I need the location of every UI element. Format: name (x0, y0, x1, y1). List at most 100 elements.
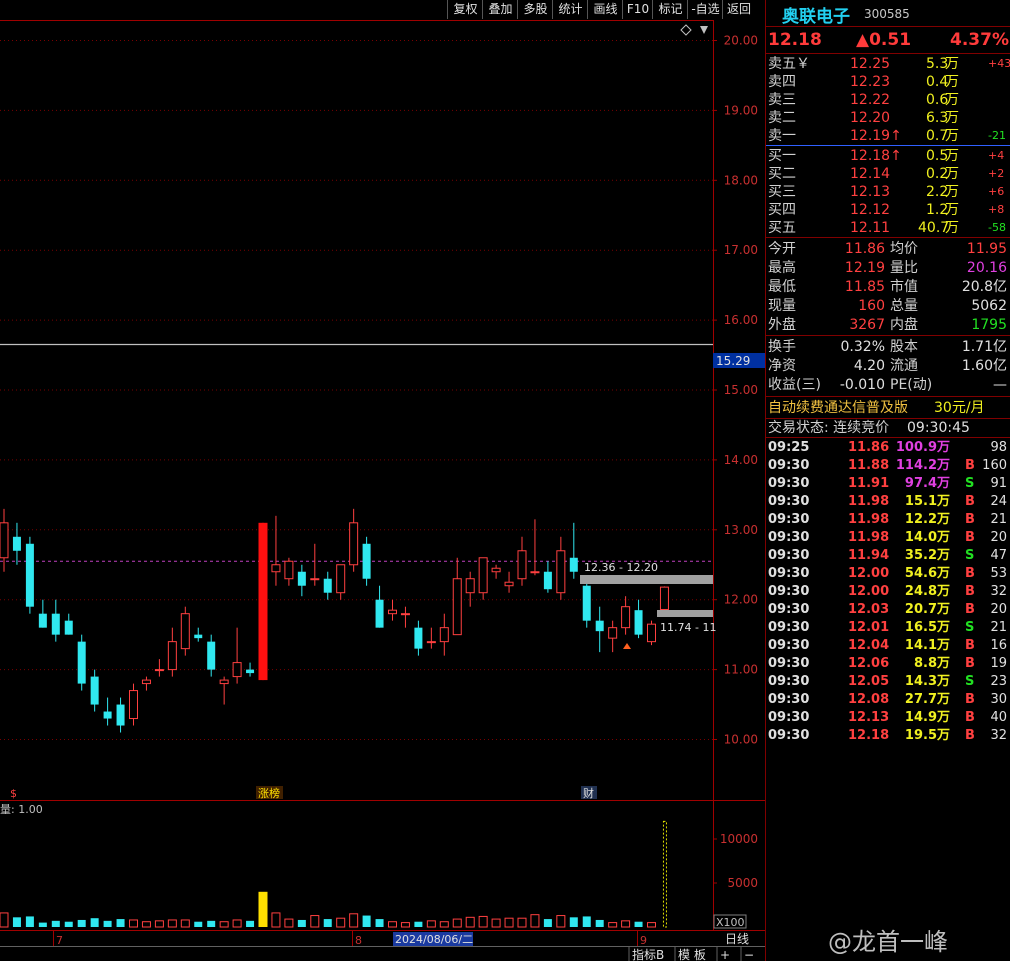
orderbook-row-buy-0[interactable]: 买一 12.18↑ 0.5 万 +4 (766, 147, 1010, 165)
candle-body-up[interactable] (504, 581, 514, 587)
candle-body-up[interactable] (180, 613, 190, 650)
candle-body-down[interactable] (12, 536, 21, 551)
candle-body-down[interactable] (77, 641, 86, 684)
candle-body-up[interactable] (439, 627, 449, 643)
candle-body-down[interactable] (414, 627, 423, 649)
candle-body-down[interactable] (51, 613, 60, 635)
tick-row: 09:30 12.06 8.8 万 B 19 (766, 655, 1010, 673)
promo-row[interactable]: 自动续费通达信普及版 30元/月 (766, 399, 1010, 417)
candle-body-up[interactable] (141, 679, 151, 685)
bottom-button-3[interactable]: − (744, 948, 754, 961)
candle-body-up[interactable] (167, 641, 177, 671)
toolbar-button-1[interactable]: 叠加 (482, 0, 518, 19)
candle-body-up[interactable] (517, 550, 527, 580)
candle-body-up[interactable] (336, 564, 346, 594)
tag-cai[interactable]: 财 (583, 786, 594, 800)
candle-body-down[interactable] (543, 571, 552, 590)
bottom-button-2[interactable]: + (720, 948, 730, 961)
toolbar-button-6[interactable]: 标记 (652, 0, 688, 19)
candle-body-up[interactable] (388, 609, 397, 615)
tick-count: 19 (990, 656, 1007, 671)
candle-body-up[interactable] (647, 623, 656, 643)
candle-body-down[interactable] (38, 613, 47, 628)
candle-body-down[interactable] (207, 641, 216, 670)
candle-body-up[interactable] (452, 578, 462, 636)
tag-zhangting[interactable]: 涨榜 (258, 786, 280, 800)
stat-value: 5062 (971, 298, 1007, 314)
candle-body-up[interactable] (271, 564, 281, 573)
orderbook-row-buy-1[interactable]: 买二 12.14 0.2 万 +2 (766, 165, 1010, 183)
orderbook-row-buy-3[interactable]: 买四 12.12 1.2 万 +8 (766, 201, 1010, 219)
orderbook-row-buy-4[interactable]: 买五 12.11 40.7 万 -58 (766, 219, 1010, 237)
toolbar-button-5[interactable]: F10 (622, 0, 653, 19)
toolbar-button-3[interactable]: 统计 (552, 0, 588, 19)
tick-volume: 24.8 (904, 584, 937, 599)
candle-body-down[interactable] (323, 578, 332, 593)
candle-body-up[interactable] (400, 613, 410, 616)
bottom-button-0[interactable]: 指标B (632, 947, 664, 961)
volume-bar (478, 915, 488, 928)
candle-body-down[interactable] (634, 610, 643, 635)
orderbook-label: 买一 (768, 148, 796, 164)
candle-body-limit-up[interactable] (258, 522, 268, 681)
candle-body-down[interactable] (375, 599, 384, 628)
period-label[interactable]: 日线 (725, 932, 749, 946)
candle-body-up[interactable] (310, 578, 320, 581)
candle-body-up[interactable] (284, 560, 294, 580)
candle-body-up[interactable] (621, 606, 631, 629)
toolbar-button-2[interactable]: 多股 (517, 0, 553, 19)
candle-body-up[interactable] (530, 571, 540, 574)
orderbook-change: +2 (988, 167, 1005, 180)
candle-body-up[interactable] (232, 662, 242, 678)
toolbar-button-0[interactable]: 复权 (447, 0, 483, 19)
orderbook-row-sell-0[interactable]: 卖五￥ 12.25 5.3 万 +43 (766, 55, 1010, 73)
candle-body-down[interactable] (362, 543, 371, 579)
orderbook-row-sell-1[interactable]: 卖四 12.23 0.4 万 (766, 73, 1010, 91)
tick-side: S (965, 476, 975, 491)
tick-time: 09:30 (768, 584, 810, 599)
bottom-button-1[interactable]: 模 板 (678, 948, 706, 961)
candle-body-up[interactable] (129, 690, 138, 720)
tick-unit: 万 (937, 674, 951, 689)
toolbar-button-8[interactable]: 返回 (722, 0, 755, 19)
orderbook-label: 卖四 (768, 74, 796, 90)
toolbar-button-4[interactable]: 画线 (587, 0, 623, 19)
stat-value: 11.86 (844, 241, 885, 257)
candle-body-up[interactable] (478, 557, 488, 594)
candle-body-up[interactable] (219, 679, 229, 685)
candle-body-up[interactable] (154, 669, 164, 672)
candle-body-up[interactable] (349, 522, 359, 566)
candle-body-down[interactable] (569, 557, 578, 572)
candle-body-down[interactable] (582, 585, 591, 621)
orderbook-row-sell-2[interactable]: 卖三 12.22 0.6 万 (766, 91, 1010, 109)
date-label-8: 8 (355, 934, 362, 947)
candle-body-down[interactable] (25, 543, 34, 607)
candle-body-up[interactable] (491, 567, 501, 573)
candle-body-down[interactable] (116, 704, 125, 726)
candle-body-down[interactable] (595, 620, 604, 632)
candle-body-up[interactable] (659, 586, 669, 610)
candle-body-down[interactable] (90, 676, 99, 705)
orderbook-row-sell-4[interactable]: 卖一 12.19↑ 0.7 万 -21 (766, 127, 1010, 145)
tick-time: 09:30 (768, 458, 810, 473)
candle-body-up[interactable] (608, 627, 618, 639)
orderbook-row-sell-3[interactable]: 卖二 12.20 6.3 万 (766, 109, 1010, 127)
candle-body-up[interactable] (426, 641, 436, 644)
candle-body-up[interactable] (556, 550, 566, 594)
price-change-pct: 4.37% (950, 30, 1009, 50)
candle-body-down[interactable] (64, 620, 73, 635)
stats-row: 外盘 3267 内盘 1795 (766, 316, 1010, 334)
tick-volume: 100.9 (895, 440, 937, 455)
candle-body-down[interactable] (194, 634, 203, 639)
candle-body-down[interactable] (297, 571, 306, 586)
kline-chart[interactable]: 20.00 19.00 18.00 17.00 16.00 15.00 14.00 13.00… (0, 0, 765, 961)
tick-time: 09:30 (768, 656, 810, 671)
candle-body-up[interactable] (0, 522, 9, 559)
toolbar-button-7[interactable]: -自选 (687, 0, 723, 19)
candle-body-down[interactable] (246, 669, 255, 674)
candle-body-down[interactable] (103, 711, 112, 719)
stat-value: 20.16 (966, 260, 1007, 276)
stock-code: 300585 (864, 7, 910, 21)
orderbook-row-buy-2[interactable]: 买三 12.13 2.2 万 +6 (766, 183, 1010, 201)
candle-body-up[interactable] (465, 578, 475, 594)
